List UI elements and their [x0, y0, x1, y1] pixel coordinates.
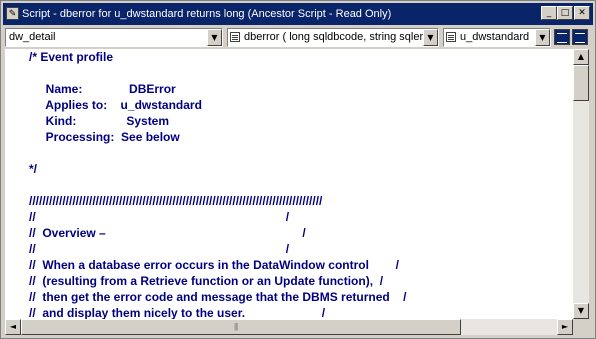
script-editor[interactable]: /* Event profile Name: DBError Applies t… [5, 49, 573, 319]
code-line: // (resulting from a Retrieve function o… [29, 274, 384, 288]
horizontal-scroll-thumb[interactable]: ||| [21, 319, 461, 335]
object-select[interactable]: dw_detail ▼ [5, 28, 223, 47]
code-line: // When a database error occurs in the D… [29, 258, 399, 272]
script-icon: ✎ [6, 7, 19, 20]
code-line: Applies to: u_dwstandard [29, 98, 202, 112]
vertical-scrollbar[interactable]: ▲ ▼ [573, 49, 589, 319]
code-line: Processing: See below [29, 130, 180, 144]
event-select[interactable]: dberror ( long sqldbcode, string sqlerrt… [227, 28, 439, 47]
code-line: // / [29, 210, 290, 224]
code-line: */ [29, 162, 38, 176]
code-line: // Overview – / [29, 226, 306, 240]
title-bar[interactable]: ✎ Script - dberror for u_dwstandard retu… [3, 3, 593, 25]
scroll-left-icon[interactable]: ◄ [5, 319, 21, 335]
code-line: /* Event profile [29, 50, 114, 64]
layout-horizontal-icon[interactable] [554, 29, 570, 45]
script-toolbar: dw_detail ▼ dberror ( long sqldbcode, st… [3, 26, 593, 48]
scroll-corner [573, 319, 589, 335]
code-line: // / [29, 242, 290, 256]
script-window: ✎ Script - dberror for u_dwstandard retu… [0, 0, 596, 339]
ancestor-select[interactable]: u_dwstandard ▼ [443, 28, 551, 47]
code-line: // then get the error code and message t… [29, 290, 407, 304]
scroll-grip-icon: ||| [234, 322, 238, 331]
event-select-value: dberror ( long sqldbcode, string sqlerrt… [244, 31, 439, 43]
code-line: Kind: System [29, 114, 170, 128]
close-button[interactable]: ✕ [574, 6, 590, 20]
code-line: ////////////////////////////////////////… [29, 194, 323, 208]
scroll-right-icon[interactable]: ► [557, 319, 573, 335]
code-line: // and display them nicely to the user. … [29, 306, 326, 319]
scroll-down-icon[interactable]: ▼ [573, 303, 589, 319]
scroll-up-icon[interactable]: ▲ [573, 49, 589, 65]
layout-vertical-icon[interactable] [572, 29, 588, 45]
minimize-button[interactable]: _ [541, 6, 557, 20]
event-icon [230, 32, 240, 42]
chevron-down-icon[interactable]: ▼ [535, 29, 550, 46]
code-line: Name: DBError [29, 82, 176, 96]
chevron-down-icon[interactable]: ▼ [423, 29, 438, 46]
vertical-scroll-thumb[interactable] [573, 65, 589, 101]
horizontal-scrollbar[interactable]: ◄ ||| ► [5, 319, 573, 335]
window-title: Script - dberror for u_dwstandard return… [22, 8, 392, 20]
object-select-value: dw_detail [9, 31, 56, 43]
ancestor-icon [446, 32, 456, 42]
ancestor-select-value: u_dwstandard [460, 31, 530, 43]
chevron-down-icon[interactable]: ▼ [207, 29, 222, 46]
maximize-button[interactable]: □ [557, 6, 573, 20]
